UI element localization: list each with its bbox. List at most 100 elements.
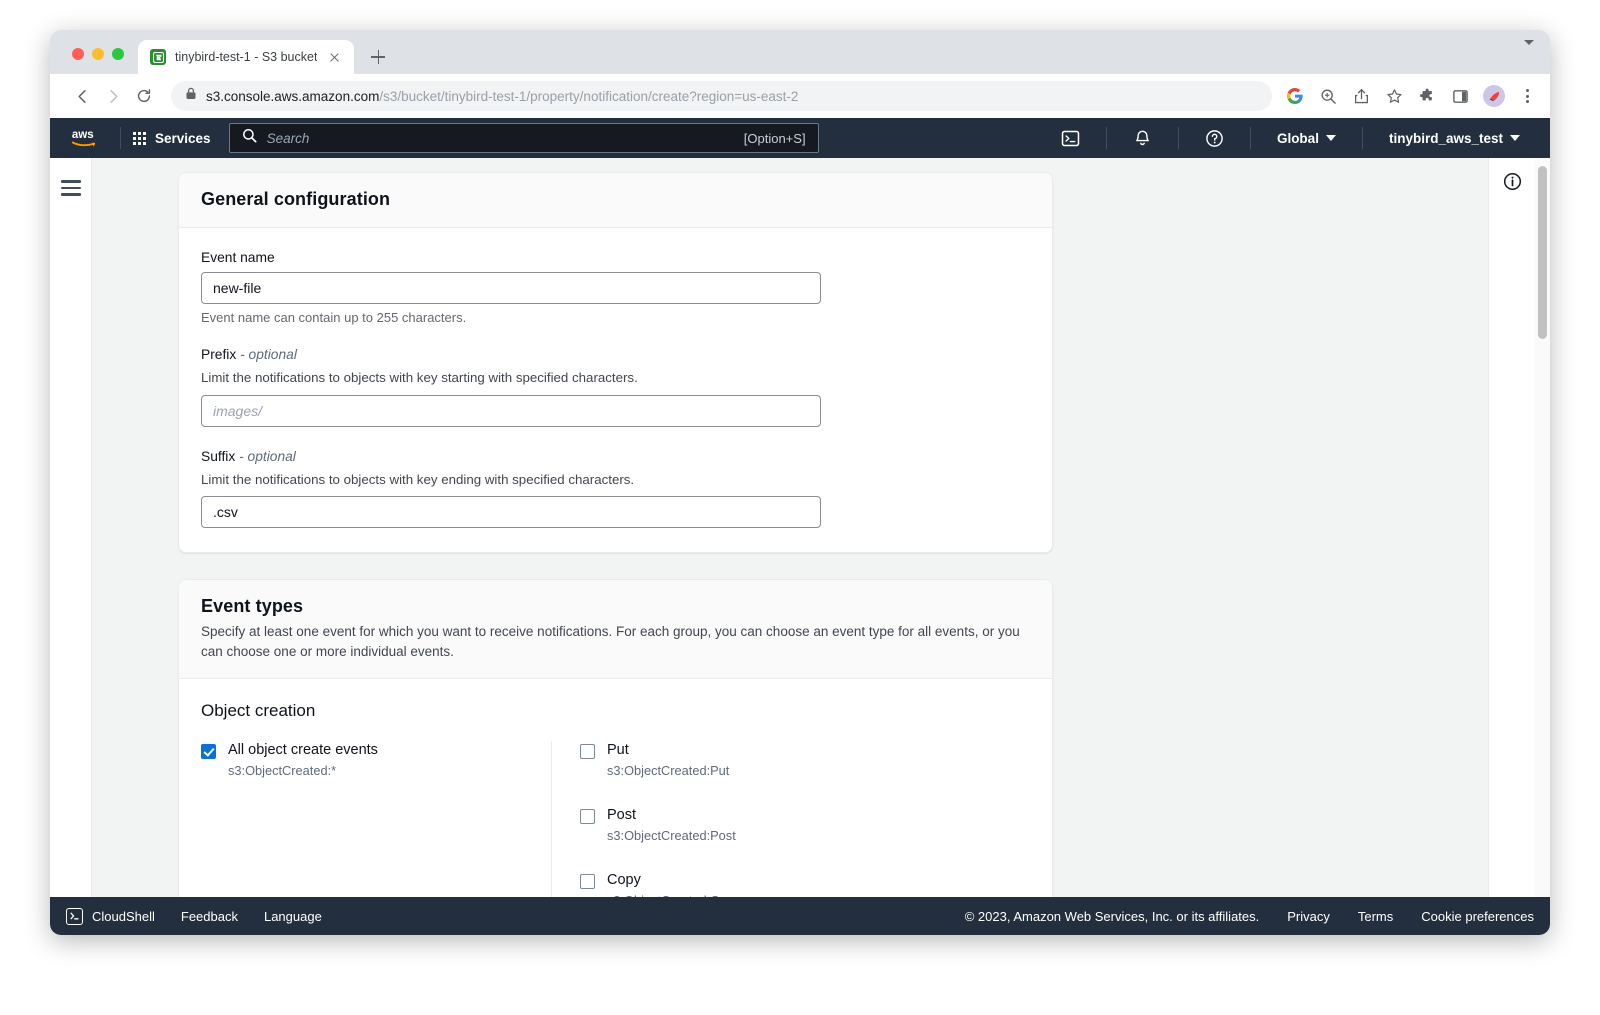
lock-icon xyxy=(185,87,197,105)
address-bar[interactable]: s3.console.aws.amazon.com/s3/bucket/tiny… xyxy=(171,81,1272,111)
cloudshell-nav-button[interactable] xyxy=(1047,129,1094,148)
aws-top-navigation-right: Global tinybird_aws_test xyxy=(1047,127,1550,149)
privacy-link[interactable]: Privacy xyxy=(1287,909,1330,924)
aws-logo-icon[interactable]: aws xyxy=(66,127,108,149)
event-types-card: Event types Specify at least one event f… xyxy=(178,579,1053,904)
object-creation-primary-column: All object create events s3:ObjectCreate… xyxy=(201,741,551,904)
browser-tab-title: tinybird-test-1 - S3 bucket xyxy=(175,50,317,64)
region-selector[interactable]: Global xyxy=(1263,131,1350,146)
page-scrollbar-thumb[interactable] xyxy=(1538,166,1547,339)
aws-search-shortcut: [Option+S] xyxy=(744,131,806,146)
aws-top-navigation: aws Services Search [Option+S] xyxy=(50,118,1550,158)
copyright-text: © 2023, Amazon Web Services, Inc. or its… xyxy=(965,909,1260,924)
cloudshell-label: CloudShell xyxy=(92,909,155,924)
language-link[interactable]: Language xyxy=(264,909,322,924)
cloudshell-icon xyxy=(66,908,83,925)
checkbox-row-all-object-create-events[interactable]: All object create events s3:ObjectCreate… xyxy=(201,741,551,778)
event-types-title: Event types xyxy=(201,596,1030,617)
event-types-description: Specify at least one event for which you… xyxy=(201,622,1030,661)
browser-tab[interactable]: tinybird-test-1 - S3 bucket xyxy=(138,40,354,74)
all-object-create-events-value: s3:ObjectCreated:* xyxy=(228,763,378,778)
prefix-input[interactable] xyxy=(201,395,821,427)
minimize-window-button[interactable] xyxy=(92,48,104,60)
google-icon[interactable] xyxy=(1285,86,1305,106)
help-button[interactable] xyxy=(1191,129,1238,148)
suffix-label-text: Suffix xyxy=(201,449,235,464)
chrome-menu-icon[interactable] xyxy=(1518,89,1536,103)
prefix-label-text: Prefix xyxy=(201,347,236,362)
aws-search-input[interactable]: Search xyxy=(267,131,734,146)
general-configuration-card: General configuration Event name Event n… xyxy=(178,172,1053,553)
hamburger-menu-icon[interactable] xyxy=(61,172,81,904)
chevron-down-icon xyxy=(1524,40,1534,62)
checkbox-row-post[interactable]: Post s3:ObjectCreated:Post xyxy=(580,806,1030,843)
checkbox-text-group: Post s3:ObjectCreated:Post xyxy=(607,806,736,843)
general-configuration-body: Event name Event name can contain up to … xyxy=(179,228,1052,552)
prefix-description: Limit the notifications to objects with … xyxy=(201,369,1030,388)
event-name-hint: Event name can contain up to 255 charact… xyxy=(201,310,1030,325)
side-panel-icon[interactable] xyxy=(1450,86,1470,106)
zoom-icon[interactable] xyxy=(1318,86,1338,106)
help-question-icon xyxy=(1205,129,1224,148)
extensions-puzzle-icon[interactable] xyxy=(1417,86,1437,106)
grid-icon xyxy=(133,132,146,145)
profile-avatar-icon[interactable] xyxy=(1483,85,1505,107)
bookmark-star-icon[interactable] xyxy=(1384,86,1404,106)
aws-console-page: aws Services Search [Option+S] xyxy=(50,118,1550,935)
services-menu-button[interactable]: Services xyxy=(133,131,211,146)
nav-divider xyxy=(1362,127,1363,149)
browser-toolbar: s3.console.aws.amazon.com/s3/bucket/tiny… xyxy=(50,74,1550,118)
url-path: /s3/bucket/tinybird-test-1/property/noti… xyxy=(379,89,798,104)
prefix-field: Prefix - optional Limit the notification… xyxy=(201,347,1030,427)
browser-tab-strip: tinybird-test-1 - S3 bucket xyxy=(50,30,1550,74)
checkbox-text-group: All object create events s3:ObjectCreate… xyxy=(228,741,378,778)
put-value: s3:ObjectCreated:Put xyxy=(607,763,729,778)
info-icon[interactable] xyxy=(1503,172,1522,196)
aws-search-bar[interactable]: Search [Option+S] xyxy=(229,123,819,153)
post-checkbox[interactable] xyxy=(580,809,595,824)
checkbox-row-put[interactable]: Put s3:ObjectCreated:Put xyxy=(580,741,1030,778)
right-info-rail xyxy=(1488,158,1535,904)
account-label: tinybird_aws_test xyxy=(1389,131,1503,146)
back-button[interactable] xyxy=(68,82,96,110)
put-checkbox[interactable] xyxy=(580,744,595,759)
general-configuration-header: General configuration xyxy=(179,173,1052,228)
browser-toolbar-icons xyxy=(1283,85,1536,107)
region-label: Global xyxy=(1277,131,1319,146)
copy-label: Copy xyxy=(607,872,641,888)
account-menu[interactable]: tinybird_aws_test xyxy=(1375,131,1534,146)
browser-window: tinybird-test-1 - S3 bucket s3.console.a… xyxy=(50,30,1550,935)
suffix-optional-text: - optional xyxy=(239,449,296,464)
chevron-down-icon xyxy=(1510,135,1520,141)
tab-list-menu-button[interactable] xyxy=(1524,45,1550,74)
reload-button[interactable] xyxy=(130,82,158,110)
address-bar-url: s3.console.aws.amazon.com/s3/bucket/tiny… xyxy=(206,89,798,104)
url-host: s3.console.aws.amazon.com xyxy=(206,89,379,104)
aws-console-footer: CloudShell Feedback Language © 2023, Ama… xyxy=(50,897,1550,935)
cookie-preferences-link[interactable]: Cookie preferences xyxy=(1421,909,1534,924)
share-icon[interactable] xyxy=(1351,86,1371,106)
window-traffic-lights xyxy=(50,48,124,74)
forward-button[interactable] xyxy=(99,82,127,110)
terms-link[interactable]: Terms xyxy=(1358,909,1393,924)
all-object-create-events-label: All object create events xyxy=(228,742,378,758)
event-name-input[interactable] xyxy=(201,272,821,304)
all-object-create-events-checkbox[interactable] xyxy=(201,744,216,759)
suffix-input[interactable] xyxy=(201,496,821,528)
svg-text:aws: aws xyxy=(72,129,94,141)
close-tab-icon[interactable] xyxy=(326,49,343,66)
cloudshell-footer-button[interactable]: CloudShell xyxy=(66,908,155,925)
copy-checkbox[interactable] xyxy=(580,874,595,889)
maximize-window-button[interactable] xyxy=(112,48,124,60)
notifications-button[interactable] xyxy=(1119,129,1166,148)
main-content: General configuration Event name Event n… xyxy=(92,158,1488,904)
nav-divider xyxy=(1178,127,1179,149)
checkbox-text-group: Put s3:ObjectCreated:Put xyxy=(607,741,729,778)
put-label: Put xyxy=(607,742,629,758)
feedback-link[interactable]: Feedback xyxy=(181,909,238,924)
nav-divider xyxy=(1106,127,1107,149)
page-scrollbar-track[interactable] xyxy=(1535,158,1550,904)
close-window-button[interactable] xyxy=(72,48,84,60)
new-tab-button[interactable] xyxy=(364,43,392,71)
nav-divider xyxy=(120,127,121,149)
